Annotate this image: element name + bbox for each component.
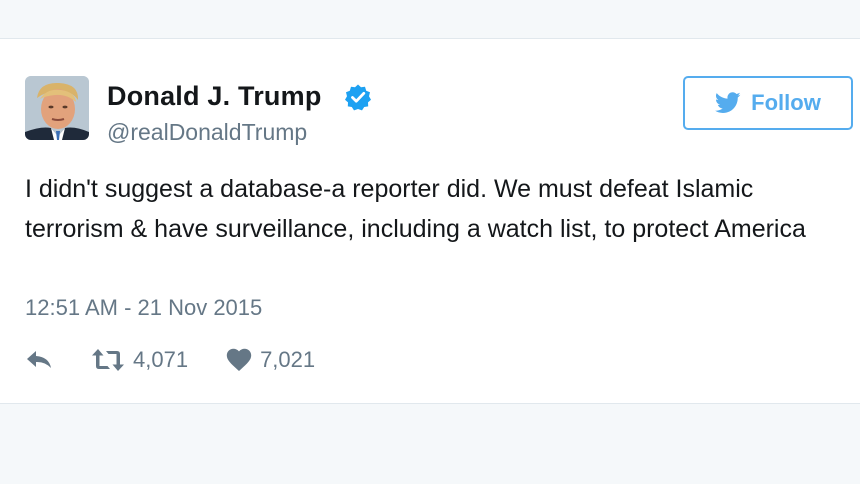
author-handle[interactable]: @realDonaldTrump	[107, 119, 307, 146]
reply-button[interactable]	[25, 349, 53, 371]
avatar[interactable]	[25, 76, 89, 140]
heart-icon	[226, 348, 252, 371]
retweet-button[interactable]: 4,071	[91, 347, 188, 373]
avatar-image	[25, 76, 89, 140]
follow-label: Follow	[751, 90, 821, 115]
retweet-count: 4,071	[133, 347, 189, 372]
author-name[interactable]: Donald J. Trump	[107, 81, 322, 112]
like-count: 7,021	[260, 347, 316, 372]
follow-button[interactable]: Follow	[683, 76, 853, 130]
twitter-bird-icon	[715, 92, 741, 113]
tweet-text: I didn't suggest a database-a reporter d…	[25, 175, 806, 243]
reply-icon	[27, 351, 51, 368]
tweet-actions: 4,071 7,021	[25, 343, 315, 377]
page: Donald J. Trump @realDonaldTrump Follow …	[0, 0, 860, 484]
like-button[interactable]: 7,021	[226, 347, 315, 373]
retweet-icon	[92, 349, 124, 371]
tweet-timestamp[interactable]: 12:51 AM - 21 Nov 2015	[25, 295, 262, 321]
tweet-card: Donald J. Trump @realDonaldTrump Follow …	[0, 38, 860, 404]
verified-badge-icon	[345, 84, 371, 111]
